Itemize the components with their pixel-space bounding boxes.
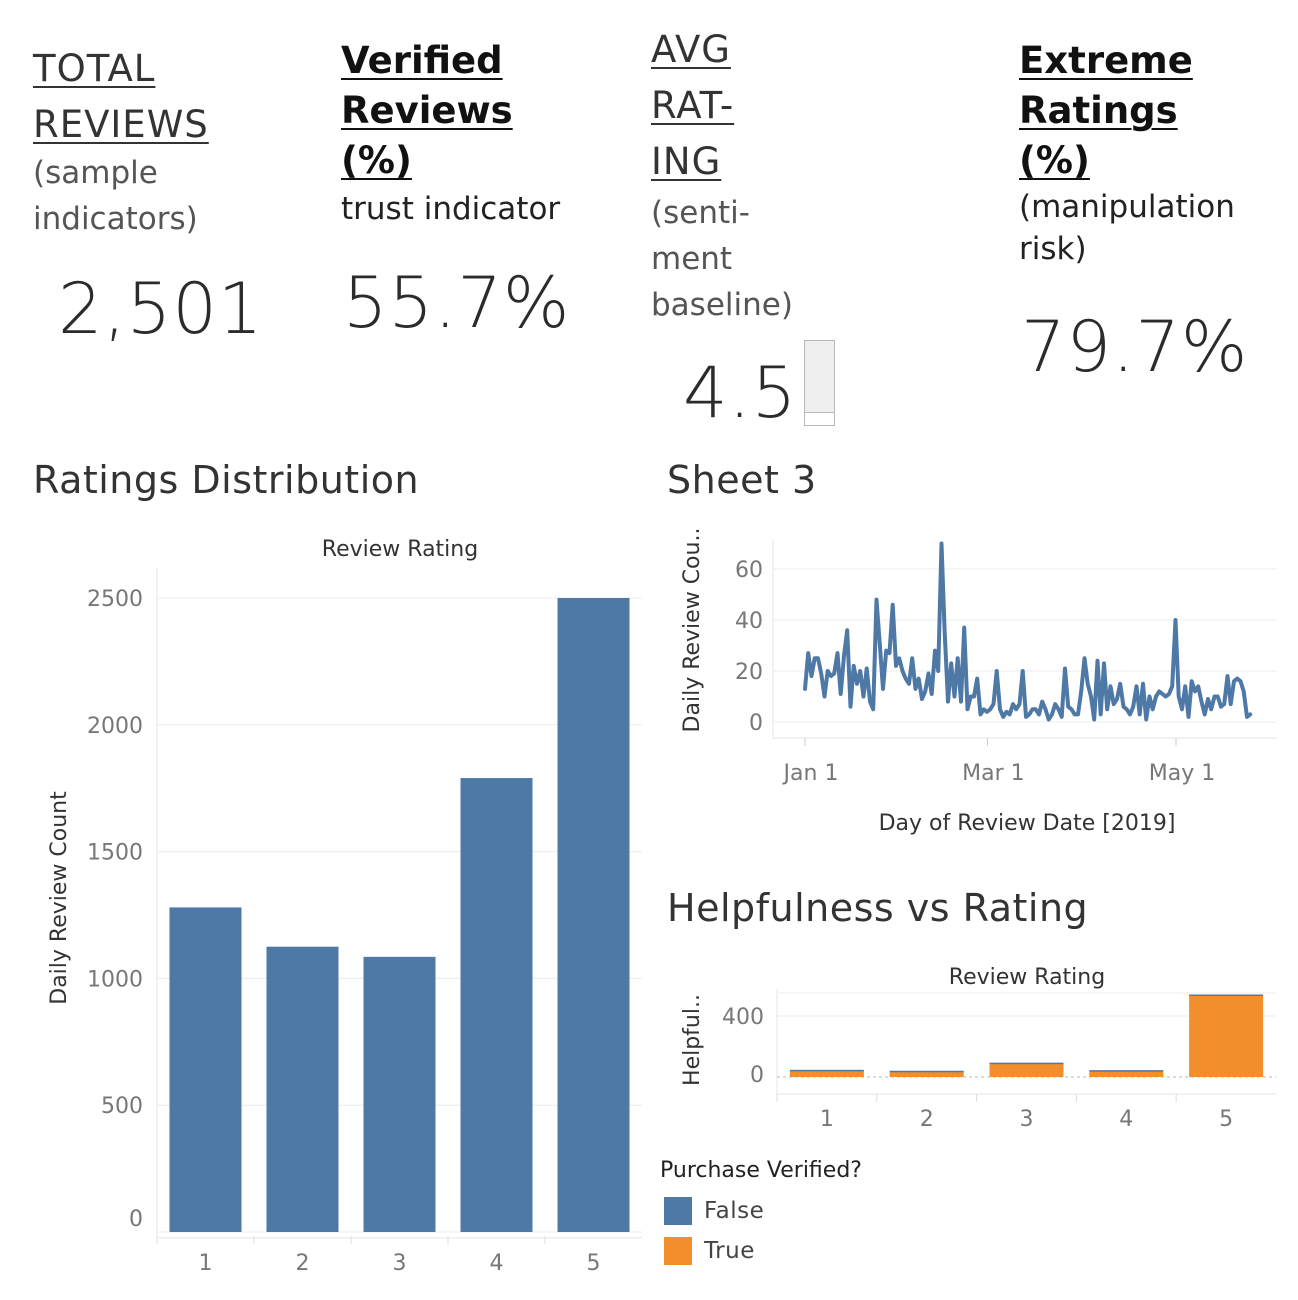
sheet3-y-tick-label: 20 xyxy=(735,660,763,685)
ratings-y-tick-label: 2500 xyxy=(87,587,143,612)
kpi-verified-reviews: Verified Reviews (%) trust indicator xyxy=(341,36,560,232)
sheet3-y-tick-label: 60 xyxy=(735,558,763,583)
kpi-avg-gauge xyxy=(804,340,835,426)
kpi-avg-title-line1: AVG xyxy=(651,28,731,71)
ratings-bar-2 xyxy=(266,946,339,1232)
kpi-avg-title-line3: ING xyxy=(651,140,722,183)
helpfulness-bar-3-true xyxy=(989,1063,1064,1077)
legend-title: Purchase Verified? xyxy=(660,1158,862,1183)
ratings-x-axis-title: Review Rating xyxy=(322,537,478,562)
kpi-avg-subtitle-line1: (senti- xyxy=(651,195,750,231)
sheet3-y-tick-label: 40 xyxy=(735,609,763,634)
helpfulness-title: Helpfulness vs Rating xyxy=(667,886,1089,930)
helpfulness-bar-1-false xyxy=(789,1069,864,1072)
sheet3-series-line xyxy=(803,541,1253,722)
ratings-bar-3 xyxy=(363,956,436,1232)
ratings-y-tick-label: 0 xyxy=(129,1207,143,1232)
sheet3-title: Sheet 3 xyxy=(667,458,817,502)
kpi-avg-subtitle-line2: ment xyxy=(651,241,733,277)
helpfulness-x-tick-label: 1 xyxy=(820,1107,834,1132)
helpfulness-bar-1-true xyxy=(789,1070,864,1077)
helpfulness-x-tick-label: 5 xyxy=(1219,1107,1233,1132)
ratings-y-tick-label: 1500 xyxy=(87,841,143,866)
helpfulness-bar-4-true xyxy=(1089,1070,1164,1077)
helpfulness-x-tick-label: 2 xyxy=(920,1107,934,1132)
kpi-total-subtitle-line2: indicators) xyxy=(33,201,198,237)
ratings-x-tick-label: 5 xyxy=(587,1251,601,1276)
kpi-avg-subtitle-line3: baseline) xyxy=(651,287,793,323)
legend-item-false[interactable]: False xyxy=(660,1191,862,1231)
helpfulness-bar-2-false xyxy=(889,1070,964,1073)
sheet3-y-tick-label: 0 xyxy=(749,711,763,736)
kpi-extreme-ratings: Extreme Ratings (%) (manipulation risk) xyxy=(1019,36,1235,270)
kpi-total-subtitle-line1: (sample xyxy=(33,155,158,191)
ratings-y-tick-label: 1000 xyxy=(87,967,143,992)
ratings-x-tick-label: 1 xyxy=(199,1251,213,1276)
helpfulness-x-tick-label: 4 xyxy=(1119,1107,1133,1132)
legend-label-false: False xyxy=(704,1198,765,1224)
kpi-extreme-value: 79.7% xyxy=(1021,306,1249,388)
kpi-verified-title-line1: Verified xyxy=(341,39,503,82)
helpfulness-bar-5-false xyxy=(1189,994,1264,996)
legend-purchase-verified: Purchase Verified? False True xyxy=(660,1158,862,1271)
ratings-x-tick-label: 3 xyxy=(393,1251,407,1276)
ratings-x-tick-label: 2 xyxy=(296,1251,310,1276)
kpi-avg-value: 4.5 xyxy=(683,352,798,434)
helpfulness-bar-5-true xyxy=(1189,995,1264,1077)
helpfulness-bar-4-false xyxy=(1089,1070,1164,1072)
sheet3-x-tick-label: May 1 xyxy=(1149,761,1215,786)
ratings-bar-5 xyxy=(557,598,630,1232)
kpi-total-reviews: TOTAL REVIEWS (sample indicators) xyxy=(33,44,209,242)
sheet3-y-axis-title: Daily Review Cou.. xyxy=(680,528,705,733)
legend-label-true: True xyxy=(704,1238,755,1264)
kpi-verified-subtitle: trust indicator xyxy=(341,191,561,227)
helpfulness-y-tick-label: 0 xyxy=(750,1063,764,1088)
sheet3-x-axis-title: Day of Review Date [2019] xyxy=(879,811,1176,836)
ratings-x-tick-label: 4 xyxy=(490,1251,504,1276)
helpfulness-x-tick-label: 3 xyxy=(1020,1107,1034,1132)
kpi-extreme-subtitle-line2: risk) xyxy=(1019,231,1087,267)
ratings-distribution-title: Ratings Distribution xyxy=(33,458,420,502)
sheet3-x-tick-label: Jan 1 xyxy=(782,761,839,786)
kpi-extreme-title-line2: Ratings xyxy=(1019,89,1178,132)
kpi-avg-gauge-level xyxy=(805,412,834,425)
kpi-extreme-subtitle-line1: (manipulation xyxy=(1019,189,1235,225)
helpfulness-bar-3-false xyxy=(989,1062,1064,1065)
ratings-bar-4 xyxy=(460,778,533,1232)
legend-swatch-false xyxy=(664,1197,692,1225)
kpi-verified-title-line2: Reviews xyxy=(341,89,513,132)
helpfulness-y-axis-title: Helpful.. xyxy=(680,994,705,1086)
ratings-bar-1 xyxy=(169,907,242,1232)
kpi-total-title-line2: REVIEWS xyxy=(33,103,209,146)
kpi-avg-title-line2: RAT- xyxy=(651,84,735,127)
kpi-total-value: 2,501 xyxy=(58,268,264,350)
ratings-y-axis-title: Daily Review Count xyxy=(47,791,72,1005)
kpi-extreme-title-line3: (%) xyxy=(1019,139,1090,182)
helpfulness-bar-2-true xyxy=(889,1071,964,1077)
legend-swatch-true xyxy=(664,1237,692,1265)
sheet3-x-tick-label: Mar 1 xyxy=(962,761,1025,786)
kpi-extreme-title-line1: Extreme xyxy=(1019,39,1193,82)
helpfulness-x-axis-title: Review Rating xyxy=(949,965,1105,990)
ratings-y-tick-label: 500 xyxy=(101,1094,143,1119)
kpi-verified-value: 55.7% xyxy=(343,262,571,344)
kpi-verified-title-line3: (%) xyxy=(341,139,412,182)
helpfulness-y-tick-label: 400 xyxy=(722,1005,764,1030)
ratings-y-tick-label: 2000 xyxy=(87,714,143,739)
kpi-total-title-line1: TOTAL xyxy=(33,47,156,90)
kpi-avg-rating: AVG RAT- ING (senti- ment baseline) xyxy=(651,22,793,328)
legend-item-true[interactable]: True xyxy=(660,1231,862,1271)
